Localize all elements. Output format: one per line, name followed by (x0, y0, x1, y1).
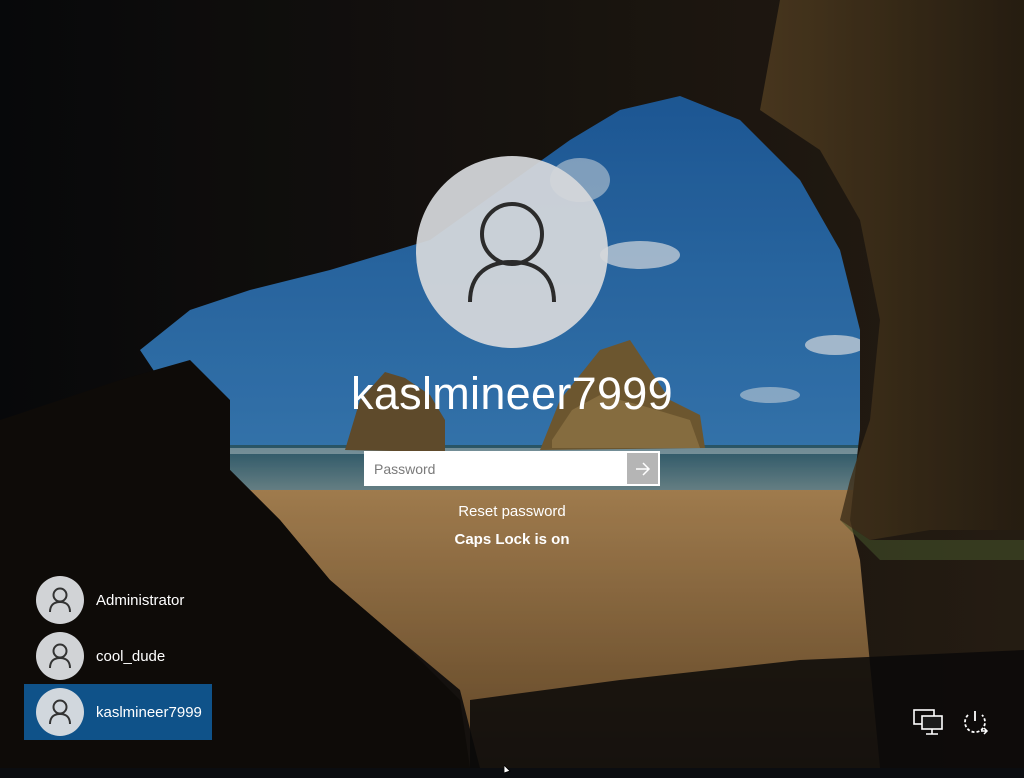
current-user-avatar (416, 156, 608, 348)
user-list-item-administrator[interactable]: Administrator (24, 572, 212, 628)
user-list-item-cool-dude[interactable]: cool_dude (24, 628, 212, 684)
power-button[interactable] (958, 706, 992, 738)
user-list-item-label: kaslmineer7999 (96, 703, 202, 721)
user-icon (468, 202, 556, 303)
power-icon (964, 711, 989, 735)
submit-button[interactable] (627, 453, 658, 484)
network-icon (913, 709, 943, 735)
user-icon (49, 643, 71, 669)
reset-password-link[interactable]: Reset password (362, 503, 662, 520)
user-list-item-label: Administrator (96, 591, 185, 609)
user-avatar (36, 632, 84, 680)
user-list-item-kaslmineer7999[interactable]: kaslmineer7999 (24, 684, 212, 740)
cursor-icon (503, 764, 511, 774)
user-list: Administrator cool_dude kaslmineer7999 (24, 572, 212, 740)
network-button[interactable] (911, 706, 945, 738)
password-input[interactable] (366, 453, 627, 484)
current-user-name: kaslmineer7999 (351, 368, 673, 419)
user-avatar (36, 688, 84, 736)
mouse-cursor (503, 760, 512, 774)
arrow-right-icon (635, 461, 650, 476)
caps-lock-warning: Caps Lock is on (454, 531, 570, 548)
user-avatar (36, 576, 84, 624)
user-icon (49, 587, 71, 613)
user-list-item-label: cool_dude (96, 647, 166, 665)
password-field-container (364, 451, 660, 486)
user-icon (49, 699, 71, 725)
